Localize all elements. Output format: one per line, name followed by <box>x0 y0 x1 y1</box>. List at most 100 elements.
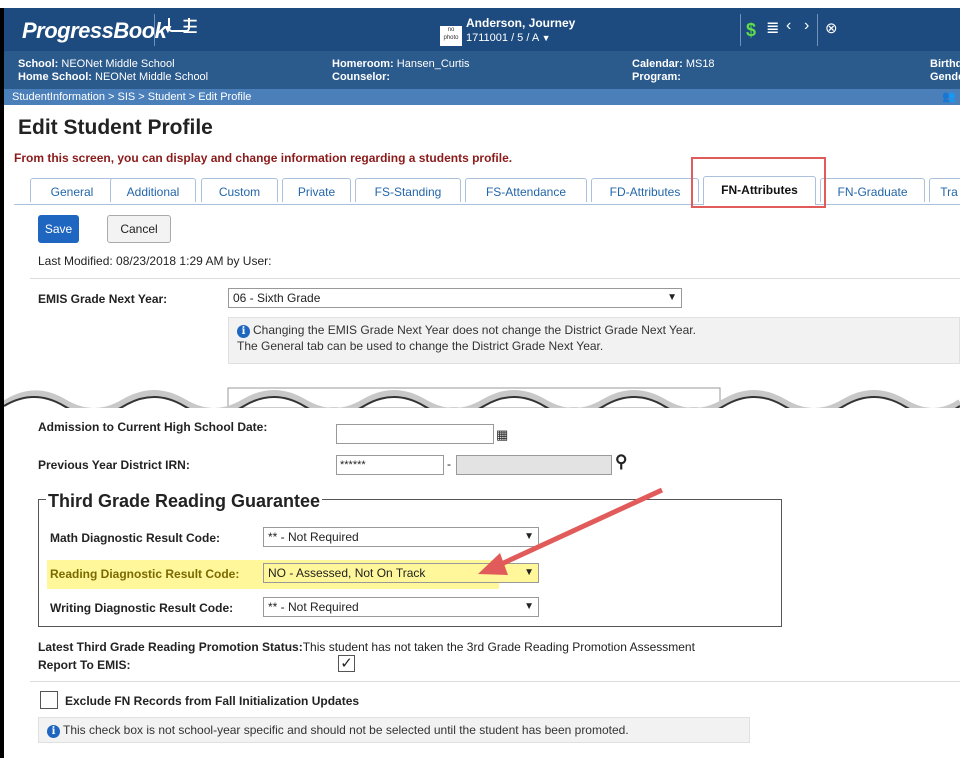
calendar-info: Calendar: MS18 Program: <box>632 58 715 84</box>
tab-general[interactable]: General <box>30 178 114 202</box>
admission-label: Admission to Current High School Date: <box>38 420 268 434</box>
last-modified: Last Modified: 08/23/2018 1:29 AM by Use… <box>38 254 272 268</box>
chevron-down-icon: ▼ <box>524 531 534 542</box>
student-id-line[interactable]: 1711001 / 5 / A ▼ <box>466 32 551 44</box>
writing-value: ** - Not Required <box>268 600 359 614</box>
page-title: Edit Student Profile <box>18 116 213 139</box>
chevron-down-icon: ▼ <box>524 601 534 612</box>
exclude-fn-checkbox[interactable] <box>40 691 58 709</box>
home-school-value: NEONet Middle School <box>95 71 209 83</box>
demographic-info: Birthd Gende <box>930 58 960 84</box>
birth-label: Birthd <box>930 58 960 70</box>
school-row: School: NEONet Middle School <box>18 58 208 71</box>
divider <box>30 278 960 279</box>
prev-irn-label: Previous Year District IRN: <box>38 458 190 472</box>
counselor-row: Counselor: <box>332 71 470 84</box>
gender-label: Gende <box>930 71 960 83</box>
dollar-icon[interactable]: $ <box>746 20 756 41</box>
prev-irn-name-field <box>456 455 612 475</box>
tab-fd-attributes[interactable]: FD-Attributes <box>591 178 699 202</box>
close-circle-icon[interactable]: ⊗ <box>825 19 838 37</box>
math-value: ** - Not Required <box>268 530 359 544</box>
app-window: ProgressBook ▼ ☰ no photo Anderson, Jour… <box>0 0 960 758</box>
calendar-value: MS18 <box>685 58 715 70</box>
torn-edge-divider <box>4 374 960 418</box>
school-info: School: NEONet Middle School Home School… <box>18 58 208 84</box>
intro-text: From this screen, you can display and ch… <box>14 151 513 165</box>
app-header: ProgressBook ▼ ☰ no photo Anderson, Jour… <box>4 8 960 89</box>
school-value: NEONet Middle School <box>61 58 175 70</box>
emis-note-line2: The General tab can be used to change th… <box>237 339 604 353</box>
chevron-down-icon: ▼ <box>524 567 534 578</box>
calendar-row: Calendar: MS18 <box>632 58 715 71</box>
tab-truncated[interactable]: Tra <box>929 178 960 202</box>
reading-label: Reading Diagnostic Result Code: <box>50 567 240 581</box>
exclude-fn-note: i This check box is not school-year speci… <box>38 717 750 743</box>
save-button[interactable]: Save <box>38 215 79 243</box>
breadcrumb[interactable]: StudentInformation > SIS > Student > Edi… <box>4 89 960 105</box>
student-id-text: 1711001 / 5 / A <box>466 32 539 44</box>
home-school-label: Home School: <box>18 71 92 83</box>
breadcrumb-text: StudentInformation > SIS > Student > Edi… <box>12 91 252 103</box>
tab-private[interactable]: Private <box>282 178 351 202</box>
calendar-icon[interactable]: ▦ <box>496 427 508 443</box>
header-separator <box>817 14 818 46</box>
prev-irn-input[interactable]: ****** <box>336 455 444 475</box>
counselor-label: Counselor: <box>332 71 391 83</box>
tab-fs-standing[interactable]: FS-Standing <box>355 178 461 202</box>
third-grade-title: Third Grade Reading Guarantee <box>46 491 323 512</box>
logo-text: ProgressBook <box>22 18 167 43</box>
program-label: Program: <box>632 71 681 83</box>
emis-grade-label: EMIS Grade Next Year: <box>38 292 168 306</box>
top-strip <box>0 0 960 8</box>
homeroom-info: Homeroom: Hansen_Curtis Counselor: <box>332 58 470 84</box>
school-label: School: <box>18 58 59 70</box>
hamburger-menu-icon[interactable]: ☰ <box>182 17 198 38</box>
cancel-button[interactable]: Cancel <box>107 215 171 243</box>
tab-fs-attendance[interactable]: FS-Attendance <box>465 178 587 202</box>
exclude-note-text: This check box is not school-year specif… <box>63 723 629 737</box>
divider <box>30 681 960 682</box>
report-emis-checkbox[interactable]: ✓ <box>338 655 355 672</box>
student-dropdown-icon[interactable]: ▼ <box>542 33 551 43</box>
header-separator <box>740 14 741 46</box>
info-icon: i <box>47 725 60 738</box>
emis-grade-note: i Changing the EMIS Grade Next Year does … <box>228 317 960 364</box>
tab-additional[interactable]: Additional <box>110 178 196 202</box>
homeroom-label: Homeroom: <box>332 58 394 70</box>
emis-grade-value: 06 - Sixth Grade <box>233 291 321 305</box>
report-emis-label: Report To EMIS: <box>38 658 131 672</box>
chevron-left-icon[interactable]: ‹ <box>786 17 791 35</box>
admission-date-input[interactable] <box>336 424 494 444</box>
calendar-label: Calendar: <box>632 58 683 70</box>
math-select[interactable]: ** - Not Required ▼ <box>263 527 539 547</box>
home-school-row: Home School: NEONet Middle School <box>18 71 208 84</box>
promotion-status: Latest Third Grade Reading Promotion Sta… <box>38 640 695 654</box>
reading-value: NO - Assessed, Not On Track <box>268 566 426 580</box>
writing-select[interactable]: ** - Not Required ▼ <box>263 597 539 617</box>
promotion-value: This student has not taken the 3rd Grade… <box>302 640 695 654</box>
info-icon: i <box>237 325 250 338</box>
caret-down-icon[interactable]: ▼ <box>162 22 174 36</box>
student-photo: no photo <box>440 26 462 46</box>
callout-box <box>691 157 826 208</box>
exclude-fn-label[interactable]: Exclude FN Records from Fall Initializat… <box>65 694 359 708</box>
reading-select[interactable]: NO - Assessed, Not On Track ▼ <box>263 563 539 583</box>
irn-dash: - <box>447 457 451 471</box>
emis-note-line1: Changing the EMIS Grade Next Year does n… <box>253 323 696 337</box>
promotion-label: Latest Third Grade Reading Promotion Sta… <box>38 640 303 654</box>
student-name[interactable]: Anderson, Journey <box>466 16 575 30</box>
header-separator <box>154 14 155 46</box>
list-icon[interactable]: ≣ <box>766 18 779 38</box>
chevron-right-icon[interactable]: › <box>804 17 809 35</box>
tab-fn-graduate[interactable]: FN-Graduate <box>820 178 925 202</box>
math-label: Math Diagnostic Result Code: <box>50 531 221 545</box>
people-icon[interactable]: 👥 <box>942 89 956 105</box>
homeroom-row: Homeroom: Hansen_Curtis <box>332 58 470 71</box>
header-top-bar: ProgressBook ▼ ☰ no photo Anderson, Jour… <box>4 8 960 51</box>
program-row: Program: <box>632 71 715 84</box>
search-icon[interactable]: ⚲ <box>615 452 627 472</box>
tab-custom[interactable]: Custom <box>201 178 278 202</box>
emis-grade-select[interactable]: 06 - Sixth Grade ▼ <box>228 288 682 308</box>
writing-label: Writing Diagnostic Result Code: <box>50 601 234 615</box>
